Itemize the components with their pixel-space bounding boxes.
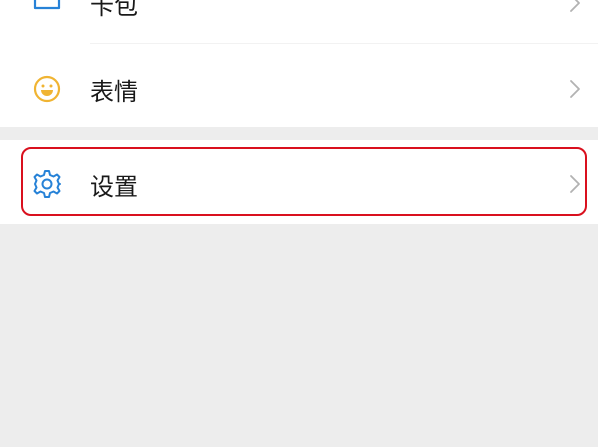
menu-group-top: 卡包 表情 [0, 0, 598, 127]
row-divider [90, 43, 598, 44]
me-page-menu: 卡包 表情 设置 [0, 0, 598, 447]
menu-item-card-wallet[interactable]: 卡包 [0, 0, 598, 34]
smiley-face-icon [32, 74, 62, 104]
card-wallet-icon [32, 0, 62, 18]
chevron-right-icon [570, 0, 580, 12]
menu-item-label: 卡包 [90, 0, 138, 20]
chevron-right-icon [570, 80, 580, 98]
menu-item-stickers[interactable]: 表情 [0, 58, 598, 120]
settings-highlight-box [21, 147, 587, 216]
menu-item-label: 表情 [90, 77, 138, 106]
